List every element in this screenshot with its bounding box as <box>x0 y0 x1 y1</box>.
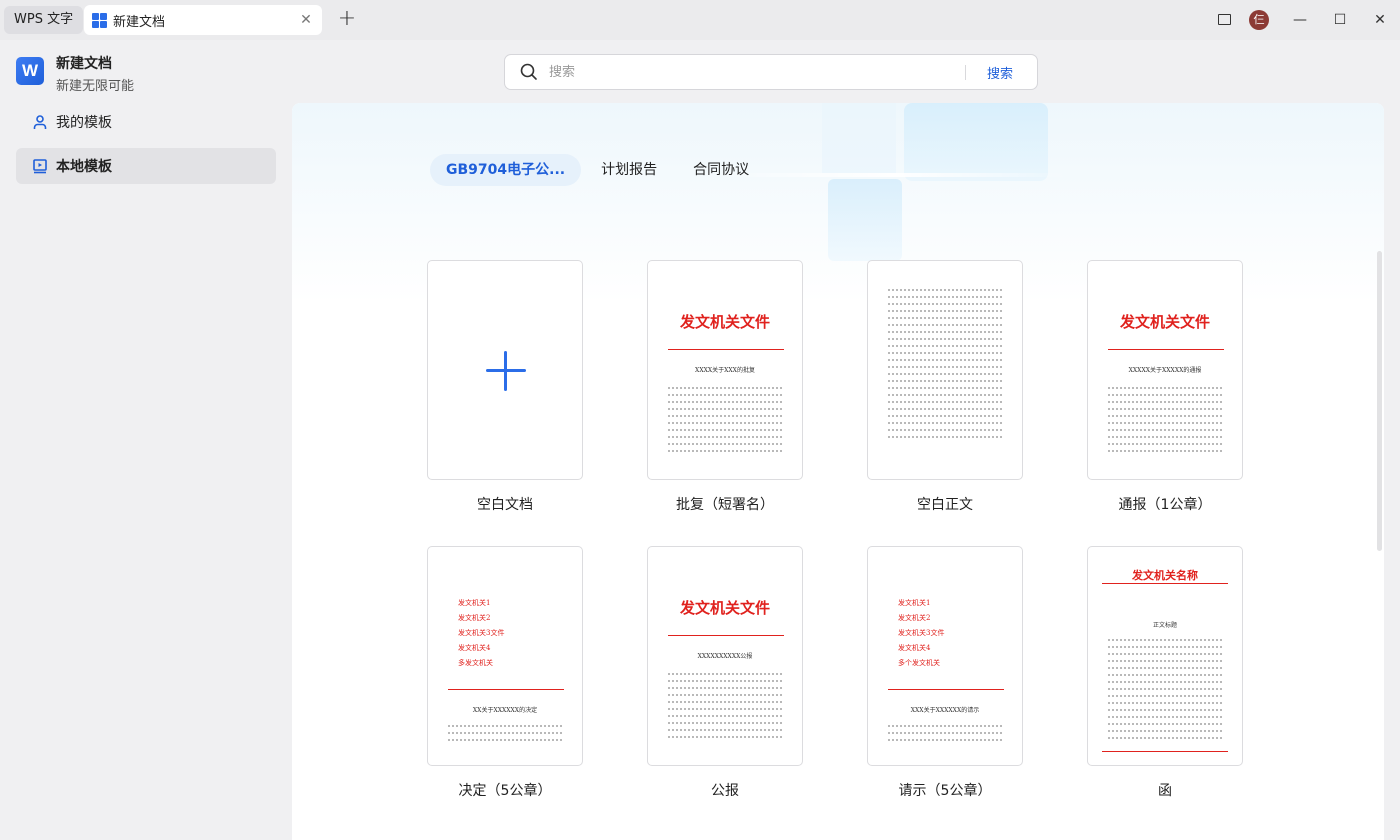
scrollbar[interactable] <box>1377 251 1382 551</box>
user-icon <box>32 114 48 130</box>
template-card-letter[interactable]: 发文机关名称 正文标题 函 <box>1087 546 1243 799</box>
search-input[interactable] <box>549 61 949 83</box>
new-tab-button[interactable]: + <box>336 8 358 32</box>
template-label: 批复（短署名） <box>676 497 774 513</box>
doc-title: XX关于XXXXXX的决定 <box>472 707 538 714</box>
issuer-row: 发文机关1 <box>458 599 491 607</box>
minimize-button[interactable]: — <box>1288 8 1312 32</box>
issuer-row: 发文机关3文件 <box>898 629 945 637</box>
template-card-notice[interactable]: 发文机关文件 XXXXX关于XXXXX的通报 通报（1公章） <box>1087 260 1243 513</box>
red-rule <box>1102 751 1228 752</box>
template-card-request[interactable]: 发文机关1 发文机关2 发文机关3文件 发文机关4 多个发文机关 XXX关于XX… <box>867 546 1023 799</box>
issuer-row: 多个发文机关 <box>898 659 940 667</box>
doc-title: 正文标题 <box>1152 622 1177 629</box>
app-tab[interactable]: WPS 文字 <box>4 6 84 34</box>
document-tab-label: 新建文档 <box>113 14 166 30</box>
text-lines <box>1108 639 1224 744</box>
banner-decoration <box>904 103 1048 181</box>
red-issuer-rows: 发文机关1 发文机关2 发文机关3文件 发文机关4 多个发文机关 <box>898 596 998 671</box>
close-icon[interactable]: ✕ <box>298 12 314 28</box>
maximize-button[interactable]: ☐ <box>1328 8 1352 32</box>
template-thumbnail[interactable]: 发文机关1 发文机关2 发文机关3文件 发文机关4 多发文机关 XX关于XXXX… <box>427 546 583 766</box>
red-rule <box>1102 583 1228 584</box>
red-header-text: 发文机关文件 <box>679 599 770 617</box>
close-window-button[interactable]: ✕ <box>1368 8 1392 32</box>
text-lines <box>888 289 1004 443</box>
doc-title: XXXXXXXXXX公报 <box>697 653 753 660</box>
issuer-row: 发文机关3文件 <box>458 629 505 637</box>
template-card-blank[interactable]: 空白文档 <box>427 260 583 513</box>
text-lines <box>888 725 1004 746</box>
local-template-icon <box>32 158 48 174</box>
issuer-row: 多发文机关 <box>458 659 493 667</box>
template-thumbnail[interactable]: 发文机关1 发文机关2 发文机关3文件 发文机关4 多个发文机关 XXX关于XX… <box>867 546 1023 766</box>
sidebar-item-label: 我的模板 <box>56 115 112 131</box>
wps-writer-logo: W <box>16 57 44 85</box>
red-rule <box>668 635 784 636</box>
banner-decoration <box>822 103 896 173</box>
search-button[interactable]: 搜索 <box>987 63 1013 82</box>
search-divider <box>965 65 966 80</box>
red-rule <box>448 689 564 690</box>
template-label: 通报（1公章） <box>1118 497 1212 513</box>
text-lines <box>668 673 784 743</box>
template-label: 空白正文 <box>917 497 973 513</box>
issuer-row: 发文机关2 <box>898 614 931 622</box>
tab-contract[interactable]: 合同协议 <box>675 154 767 186</box>
issuer-row: 发文机关4 <box>898 644 931 652</box>
template-thumbnail[interactable] <box>867 260 1023 480</box>
template-thumbnail[interactable]: 发文机关文件 XXXXX关于XXXXX的通报 <box>1087 260 1243 480</box>
window-mode-icon[interactable] <box>1218 14 1231 25</box>
template-card-plain-body[interactable]: 空白正文 <box>867 260 1023 513</box>
template-label: 公报 <box>711 783 739 799</box>
red-issuer-rows: 发文机关1 发文机关2 发文机关3文件 发文机关4 多发文机关 <box>458 596 558 671</box>
sidebar-item-label: 本地模板 <box>56 159 112 175</box>
red-header-text: 发文机关文件 <box>679 313 770 331</box>
template-thumbnail[interactable]: 发文机关名称 正文标题 <box>1087 546 1243 766</box>
text-lines <box>448 725 564 746</box>
tab-gb9704[interactable]: GB9704电子公... <box>430 154 582 186</box>
title-bar: WPS 文字 新建文档 ✕ + 仨 — ☐ ✕ <box>0 0 1400 40</box>
tab-plan-report[interactable]: 计划报告 <box>583 154 675 186</box>
template-card-approval[interactable]: 发文机关文件 XXXX关于XXX的批复 批复（短署名） <box>647 260 803 513</box>
template-thumbnail[interactable] <box>427 260 583 480</box>
template-label: 函 <box>1158 783 1172 799</box>
issuer-row: 发文机关1 <box>898 599 931 607</box>
red-rule <box>668 349 784 350</box>
template-panel: GB9704电子公... 计划报告 合同协议 空白文档 发文机关文件 XXXX关… <box>292 103 1384 840</box>
search-bar: 搜索 <box>504 54 1038 90</box>
red-rule <box>1108 349 1224 350</box>
template-card-decision[interactable]: 发文机关1 发文机关2 发文机关3文件 发文机关4 多发文机关 XX关于XXXX… <box>427 546 583 799</box>
red-header-text: 发文机关名称 <box>1132 569 1198 582</box>
sidebar-item-local-templates[interactable]: 本地模板 <box>16 148 276 184</box>
template-thumbnail[interactable]: 发文机关文件 XXXXXXXXXX公报 <box>647 546 803 766</box>
template-label: 空白文档 <box>477 497 533 513</box>
sidebar-title: 新建文档 <box>56 56 112 72</box>
new-document-icon <box>92 12 107 28</box>
banner-decoration <box>828 179 902 261</box>
issuer-row: 发文机关4 <box>458 644 491 652</box>
document-tab[interactable]: 新建文档 ✕ <box>84 5 322 35</box>
sidebar-item-my-templates[interactable]: 我的模板 <box>16 104 276 140</box>
category-tabs: GB9704电子公... 计划报告 合同协议 <box>430 154 767 186</box>
sidebar: W 新建文档 新建无限可能 我的模板 本地模板 <box>0 40 292 840</box>
issuer-row: 发文机关2 <box>458 614 491 622</box>
doc-title: XXXX关于XXX的批复 <box>695 367 755 374</box>
doc-title: XXXXX关于XXXXX的通报 <box>1128 367 1202 374</box>
doc-title: XXX关于XXXXXX的请示 <box>910 707 980 714</box>
plus-icon <box>504 351 507 391</box>
text-lines <box>1108 387 1224 457</box>
template-thumbnail[interactable]: 发文机关文件 XXXX关于XXX的批复 <box>647 260 803 480</box>
red-header-text: 发文机关文件 <box>1119 313 1210 331</box>
red-rule <box>888 689 1004 690</box>
template-label: 请示（5公章） <box>898 783 992 799</box>
avatar[interactable]: 仨 <box>1249 10 1269 30</box>
text-lines <box>668 387 784 457</box>
template-label: 决定（5公章） <box>458 783 552 799</box>
template-card-bulletin[interactable]: 发文机关文件 XXXXXXXXXX公报 公报 <box>647 546 803 799</box>
sidebar-subtitle: 新建无限可能 <box>56 79 135 94</box>
search-icon <box>520 63 537 80</box>
